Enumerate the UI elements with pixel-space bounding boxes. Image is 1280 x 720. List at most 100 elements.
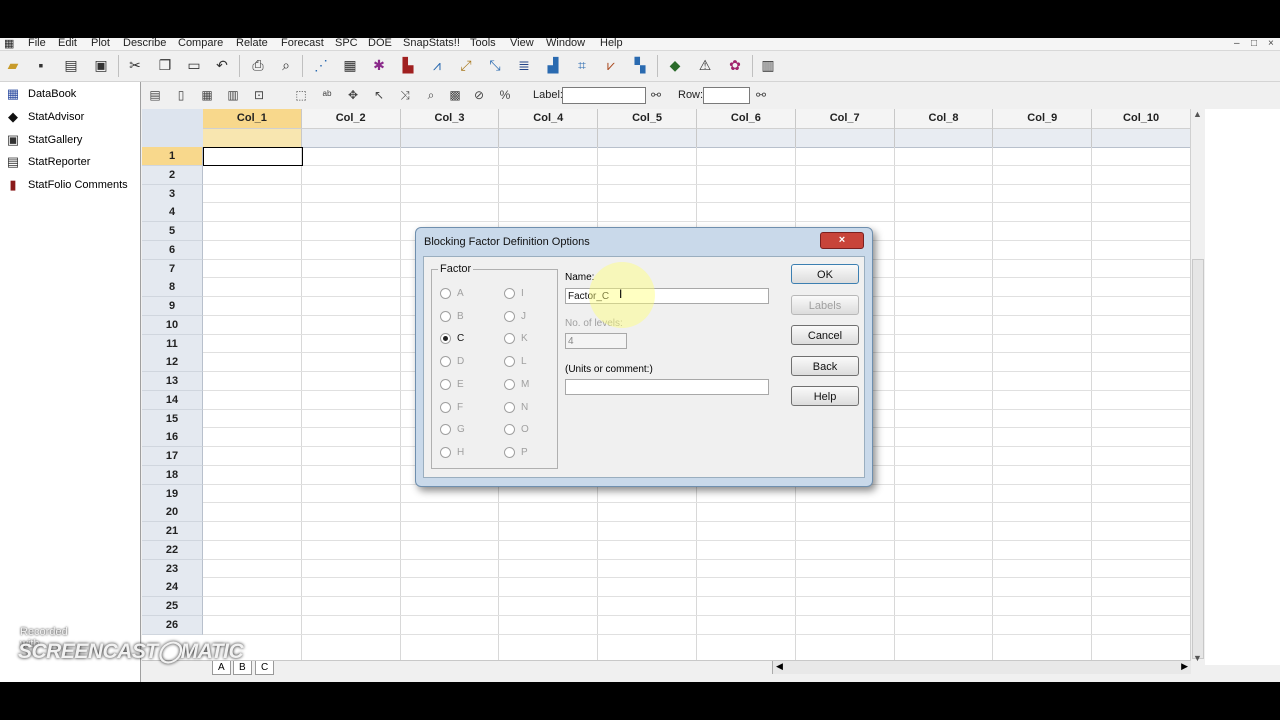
minimize-icon[interactable]: – <box>1234 38 1240 49</box>
row-header[interactable]: 13 <box>142 372 203 391</box>
row-header[interactable]: 3 <box>142 184 203 204</box>
nav-item-statadvisor[interactable]: ◆ StatAdvisor <box>4 107 84 127</box>
vertical-scrollbar[interactable]: ▲ ▼ <box>1190 109 1205 665</box>
column-header[interactable]: Col_2 <box>301 109 401 129</box>
grid-corner[interactable] <box>142 109 204 148</box>
row-header[interactable]: 18 <box>142 465 203 485</box>
row-header[interactable]: 17 <box>142 447 203 466</box>
row-header[interactable]: 15 <box>142 409 203 429</box>
undo-icon[interactable]: ↶ <box>212 55 232 75</box>
column-subheader[interactable] <box>203 129 302 148</box>
row-header[interactable]: 19 <box>142 484 203 504</box>
list-icon[interactable]: ≣ <box>514 55 534 75</box>
column-header[interactable]: Col_5 <box>598 109 697 129</box>
column-subheader[interactable] <box>795 129 895 148</box>
factor-radio-a[interactable]: A <box>440 288 464 299</box>
datasheet-icon[interactable]: ▤ <box>146 86 164 104</box>
menu-window[interactable]: Window <box>546 38 585 49</box>
column-chart-icon[interactable]: ▚ <box>630 55 650 75</box>
factor-radio-k[interactable]: K <box>504 333 528 345</box>
line-chart-icon[interactable]: ⩘ <box>427 55 447 75</box>
row-header[interactable]: 4 <box>142 203 203 223</box>
save-all-icon[interactable]: ▣ <box>91 55 111 75</box>
column-header[interactable]: Col_4 <box>499 109 599 129</box>
row-header[interactable]: 22 <box>142 540 203 560</box>
row-header[interactable]: 20 <box>142 503 203 523</box>
column-subheader[interactable] <box>697 129 796 148</box>
print-preview-icon[interactable]: ⌕ <box>276 55 296 75</box>
row-search-input[interactable] <box>703 87 750 104</box>
back-button[interactable]: Back <box>791 356 859 376</box>
scroll-right-icon[interactable]: ▶ <box>1181 661 1188 672</box>
factor-radio-d[interactable]: D <box>440 356 464 368</box>
menu-edit[interactable]: Edit <box>58 38 77 49</box>
binoculars-icon[interactable]: ⚯ <box>647 86 665 104</box>
histogram-icon[interactable]: ▙ <box>398 55 418 75</box>
units-input[interactable] <box>565 379 769 395</box>
row-header[interactable]: 10 <box>142 315 203 335</box>
control-chart-icon[interactable]: ⌗ <box>572 55 592 75</box>
menu-describe[interactable]: Describe <box>123 38 166 49</box>
menu-tools[interactable]: Tools <box>470 38 496 49</box>
nav-item-statgallery[interactable]: ▣ StatGallery <box>4 130 83 150</box>
statadvisor-toolbar-icon[interactable]: ◆ <box>665 55 685 75</box>
factor-radio-l[interactable]: L <box>504 356 527 368</box>
column-subheader[interactable] <box>301 129 401 148</box>
menu-forecast[interactable]: Forecast <box>281 38 324 49</box>
column-header[interactable]: Col_3 <box>400 109 500 129</box>
paste-icon[interactable]: ▭ <box>184 55 204 75</box>
row-header[interactable]: 16 <box>142 428 203 448</box>
column-subheader[interactable] <box>598 129 697 148</box>
calculator-icon[interactable]: ▥ <box>758 55 778 75</box>
label-search-input[interactable] <box>562 87 646 104</box>
menu-file[interactable]: File <box>28 38 46 49</box>
properties-icon[interactable]: ▥ <box>224 86 242 104</box>
row-header[interactable]: 24 <box>142 578 203 598</box>
zoom-icon[interactable]: ⌕ <box>422 86 440 104</box>
column-subheader[interactable] <box>1092 129 1190 148</box>
column-header[interactable]: Col_1 <box>203 109 302 129</box>
factor-radio-m[interactable]: M <box>504 378 529 390</box>
vertical-scroll-thumb[interactable] <box>1192 259 1204 659</box>
row-header[interactable]: 9 <box>142 297 203 316</box>
ok-button[interactable]: OK <box>791 264 859 284</box>
row-header[interactable]: 21 <box>142 522 203 541</box>
nav-item-statfolio-comments[interactable]: ▮ StatFolio Comments <box>4 175 127 195</box>
column-subheader[interactable] <box>894 129 994 148</box>
column-header[interactable]: Col_6 <box>697 109 796 129</box>
save-icon[interactable]: ▪ <box>31 55 51 75</box>
row-header[interactable]: 25 <box>142 597 203 616</box>
restore-icon[interactable]: □ <box>1251 38 1257 49</box>
row-header[interactable]: 2 <box>142 165 203 185</box>
grid-icon[interactable]: ▦ <box>198 86 216 104</box>
text-tool-icon[interactable]: ᵃᵇ <box>318 86 336 104</box>
print-icon[interactable]: ⎙ <box>248 55 268 75</box>
row-header[interactable]: 7 <box>142 259 203 279</box>
row-header[interactable]: 1 <box>142 147 203 166</box>
row-header[interactable]: 14 <box>142 390 203 410</box>
column-subheader[interactable] <box>993 129 1093 148</box>
move-icon[interactable]: ✥ <box>344 86 362 104</box>
menu-plot[interactable]: Plot <box>91 38 110 49</box>
active-cell[interactable] <box>203 147 303 166</box>
scroll-left-icon[interactable]: ◀ <box>776 661 783 672</box>
binoculars-icon[interactable]: ⚯ <box>752 86 770 104</box>
cancel-button[interactable]: Cancel <box>791 325 859 345</box>
table-icon[interactable]: ▦ <box>340 55 360 75</box>
bar-chart-icon[interactable]: ▟ <box>543 55 563 75</box>
factor-radio-f[interactable]: F <box>440 401 463 413</box>
pointer-icon[interactable]: ↖ <box>370 86 388 104</box>
row-header[interactable]: 8 <box>142 278 203 298</box>
cut-icon[interactable]: ✂ <box>125 55 145 75</box>
column-header[interactable]: Col_8 <box>894 109 994 129</box>
column-header[interactable]: Col_9 <box>993 109 1093 129</box>
factor-radio-p[interactable]: P <box>504 446 528 458</box>
factor-radio-h[interactable]: H <box>440 446 464 458</box>
select-icon[interactable]: ⬚ <box>292 86 310 104</box>
column-subheader[interactable] <box>400 129 500 148</box>
labels-button[interactable]: Labels <box>791 295 859 315</box>
fit-icon[interactable]: ⤡ <box>485 55 505 75</box>
close-window-icon[interactable]: × <box>1268 38 1274 49</box>
spreadsheet-icon[interactable]: ▤ <box>61 55 81 75</box>
column-header[interactable]: Col_10 <box>1092 109 1190 129</box>
